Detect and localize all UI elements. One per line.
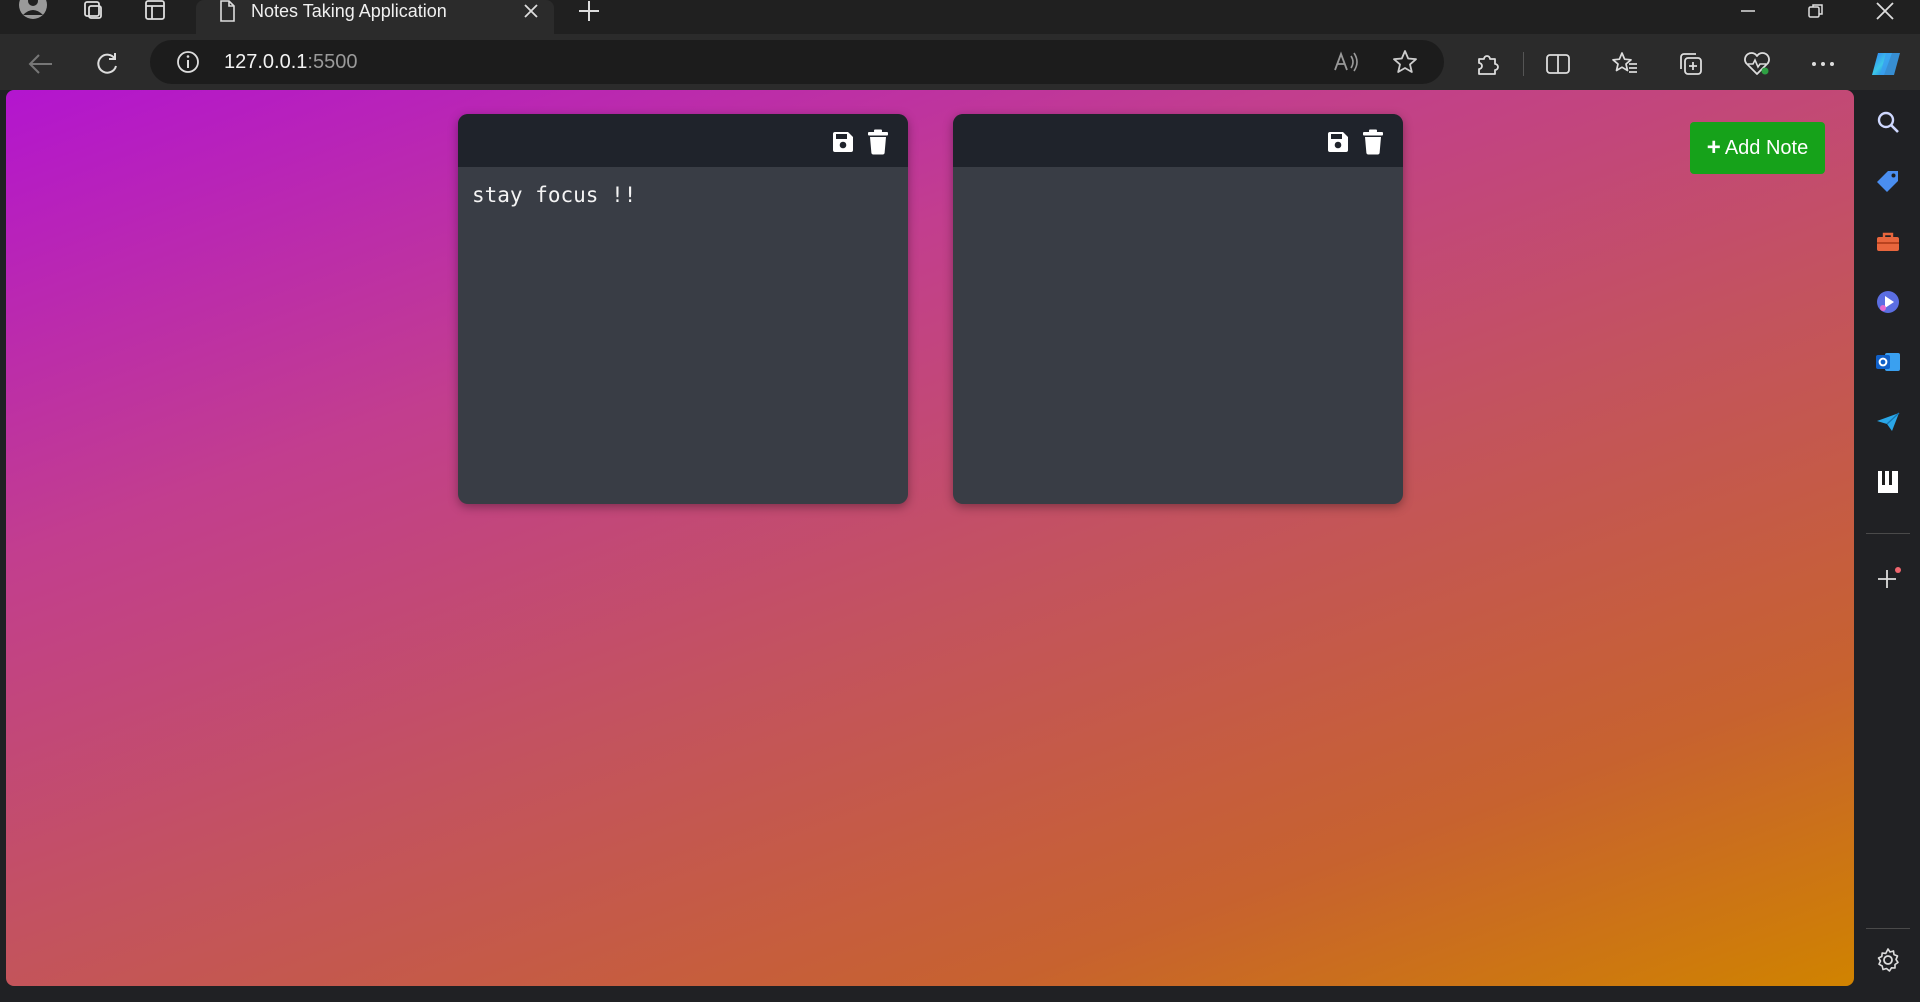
- favorites-icon[interactable]: [1607, 46, 1643, 82]
- edge-sidebar: [1856, 90, 1920, 1002]
- back-arrow-icon[interactable]: [23, 46, 59, 82]
- star-icon[interactable]: [1387, 44, 1423, 80]
- toolbar-divider: [1523, 52, 1524, 76]
- restore-icon[interactable]: [1786, 0, 1846, 22]
- search-icon[interactable]: [1868, 102, 1908, 142]
- sidebar-divider: [1866, 928, 1910, 929]
- floppy-disk-icon[interactable]: [1324, 128, 1352, 156]
- page-icon: [210, 0, 244, 22]
- gear-icon[interactable]: [1868, 940, 1908, 980]
- copilot-icon[interactable]: [1868, 46, 1908, 82]
- plus-icon: +: [1706, 134, 1721, 161]
- note-header: [953, 114, 1403, 167]
- tools-icon[interactable]: [1868, 222, 1908, 262]
- close-window-icon[interactable]: [1855, 0, 1915, 22]
- collections-icon[interactable]: [1673, 46, 1709, 82]
- document-icon[interactable]: [1868, 462, 1908, 502]
- floppy-disk-icon[interactable]: [829, 128, 857, 156]
- url-host: 127.0.0.1: [224, 51, 308, 73]
- add-note-label: Add Note: [1724, 136, 1809, 159]
- add-note-button[interactable]: + Add Note: [1690, 122, 1825, 174]
- trash-icon[interactable]: [1359, 128, 1387, 156]
- address-bar[interactable]: 127.0.0.1:5500: [150, 40, 1444, 84]
- add-sidebar-app-plus-icon[interactable]: [1868, 560, 1908, 600]
- note-header: [458, 114, 908, 167]
- refresh-icon[interactable]: [89, 46, 125, 82]
- more-icon[interactable]: [1805, 46, 1841, 82]
- note-card: stay focus !!: [458, 114, 908, 504]
- sidebar-divider: [1866, 533, 1910, 534]
- close-tab-icon[interactable]: [520, 0, 542, 22]
- trash-icon[interactable]: [864, 128, 892, 156]
- note-textarea[interactable]: stay focus !!: [458, 167, 908, 504]
- new-tab-plus-icon[interactable]: [572, 0, 606, 22]
- games-icon[interactable]: [1868, 282, 1908, 322]
- read-aloud-icon[interactable]: [1328, 44, 1364, 80]
- notes-app-page: stay focus !! + Add Note: [6, 90, 1854, 986]
- split-screen-icon[interactable]: [1540, 46, 1576, 82]
- info-icon[interactable]: [170, 44, 206, 80]
- title-bar: Notes Taking Application: [0, 0, 1920, 34]
- browser-tab[interactable]: Notes Taking Application: [196, 0, 554, 34]
- tab-title: Notes Taking Application: [251, 1, 447, 21]
- window-bottom-edge: [0, 994, 1920, 1002]
- minimize-icon[interactable]: [1718, 0, 1778, 22]
- puzzle-icon[interactable]: [1469, 46, 1505, 82]
- browser-essentials-icon[interactable]: [1739, 46, 1775, 82]
- shopping-tag-icon[interactable]: [1868, 162, 1908, 202]
- vertical-tabs-icon[interactable]: [138, 0, 172, 22]
- browser-toolbar: 127.0.0.1:5500: [0, 34, 1920, 90]
- url-port: :5500: [307, 51, 358, 73]
- send-icon[interactable]: [1868, 402, 1908, 442]
- url-text[interactable]: 127.0.0.1:5500: [224, 40, 357, 84]
- workspaces-icon[interactable]: [76, 0, 110, 22]
- note-textarea[interactable]: [953, 167, 1403, 504]
- note-card: [953, 114, 1403, 504]
- profile-avatar-icon[interactable]: [16, 0, 50, 22]
- outlook-icon[interactable]: [1868, 342, 1908, 382]
